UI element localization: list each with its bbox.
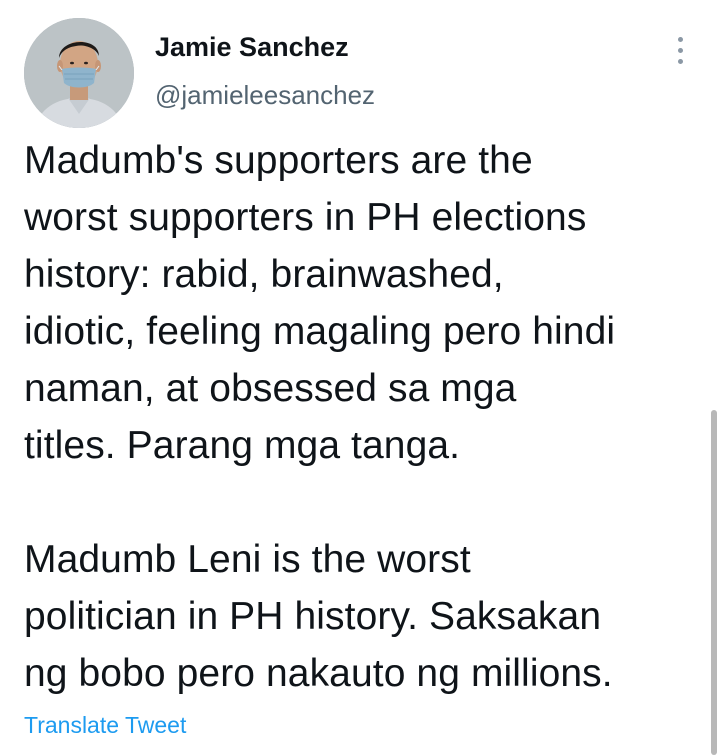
tweet-text-line: history: rabid, brainwashed, [24,253,504,296]
avatar-image [24,18,134,128]
tweet-text-line: titles. Parang mga tanga. [24,424,461,467]
more-vertical-icon-dot [677,47,683,53]
more-vertical-icon-dot [677,58,683,64]
tweet-text: Madumb's supporters are the worst suppor… [24,132,704,702]
author-handle[interactable]: @jamieleesanchez [155,80,375,111]
tweet-text-line: ng bobo pero nakauto ng millions. [24,652,613,695]
translate-tweet-link[interactable]: Translate Tweet [24,712,186,739]
tweet-text-line: Madumb Leni is the worst [24,538,471,581]
author-name[interactable]: Jamie Sanchez [155,32,349,63]
tweet-text-line: Madumb's supporters are the [24,139,533,182]
more-vertical-icon [677,36,683,42]
scrollbar[interactable] [711,410,717,755]
tweet-text-line: naman, at obsessed sa mga [24,367,517,410]
more-options-button[interactable] [664,30,696,70]
tweet-card: Jamie Sanchez @jamieleesanchez Madumb's … [0,0,720,755]
tweet-text-line: politician in PH history. Saksakan [24,595,602,638]
tweet-text-line: idiotic, feeling magaling pero hindi [24,310,616,353]
tweet-text-line: worst supporters in PH elections [24,196,587,239]
avatar[interactable] [24,18,134,128]
